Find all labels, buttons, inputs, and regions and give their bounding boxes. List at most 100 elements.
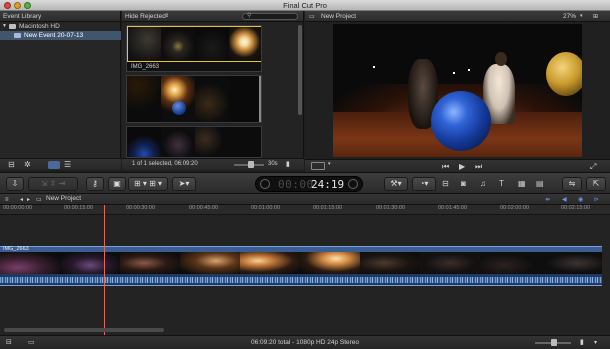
clip-duration-zoom: 30s bbox=[268, 161, 278, 167]
zoom-slider-thumb[interactable] bbox=[248, 161, 254, 168]
generators-icon[interactable]: ▦ bbox=[518, 180, 526, 188]
title-bar: Final Cut Pro bbox=[0, 0, 610, 11]
clip-filmstrip-3[interactable] bbox=[126, 126, 262, 158]
view-display-menu[interactable] bbox=[311, 162, 325, 170]
light-dot bbox=[453, 72, 455, 74]
video-frame[interactable] bbox=[333, 24, 582, 157]
chevron-updown-icon: ⇕ bbox=[165, 13, 170, 19]
magic-wand-icon: ⚒▾ bbox=[390, 179, 402, 188]
background-tasks-icon[interactable] bbox=[260, 179, 270, 189]
view-options-icon[interactable]: ⊞ bbox=[593, 13, 598, 21]
favorite-button[interactable]: ▣ bbox=[108, 177, 126, 191]
effects-browser-button[interactable]: ⇋ bbox=[562, 177, 582, 191]
light-dot bbox=[373, 66, 375, 68]
person-head-shape bbox=[495, 52, 507, 66]
clip-appearance-icon[interactable]: ▮ bbox=[286, 161, 290, 169]
timeline-project-title: New Project bbox=[46, 195, 82, 202]
share-icon: ⇱ bbox=[592, 179, 600, 188]
timeline-scrollbar[interactable] bbox=[4, 328, 164, 332]
light-dot bbox=[468, 69, 470, 71]
chevron-down-icon[interactable]: ▾ bbox=[580, 11, 583, 22]
timeline-status-bar: ⊟ ▭ 06:09:20 total - 1080p HD 24p Stereo… bbox=[0, 335, 610, 349]
clip-frame bbox=[480, 252, 540, 274]
clip-label-bar: IMG_2663 bbox=[127, 62, 261, 71]
snapping-icon[interactable]: ⊳ bbox=[594, 196, 599, 204]
timecode-placeholder: 00:00 bbox=[278, 178, 314, 191]
main-toolbar: ⇩ ⇲ ⇳ ⇥ ⚷ ▣ ⊞ ▾ ⊞ ▾ ➤▾ 00:00 24:19 ⚒▾ ◔▾… bbox=[0, 172, 610, 194]
dashboard[interactable]: 00:00 24:19 bbox=[255, 176, 363, 192]
back-arrow-icon[interactable]: ◂ bbox=[20, 196, 23, 204]
viewer-title: New Project bbox=[321, 13, 357, 20]
clip-frame bbox=[300, 252, 360, 274]
clip-frame bbox=[360, 252, 420, 274]
clip-frame bbox=[120, 252, 180, 274]
balloon-blue-shape bbox=[172, 101, 186, 115]
enhance-menu[interactable]: ⚒▾ bbox=[384, 177, 408, 191]
clip-filmstrip-1[interactable]: IMG_2663 bbox=[126, 25, 262, 72]
previous-frame-icon[interactable]: ⏮ bbox=[442, 163, 449, 171]
select-tool-menu[interactable]: ➤▾ bbox=[172, 177, 196, 191]
timeline-video-strip[interactable] bbox=[0, 252, 602, 274]
timeline-header: ≡ ◂ ▸ ▭ New Project ⇹ ◀ ◉ ⊳ bbox=[0, 194, 610, 205]
play-icon[interactable]: ▶ bbox=[459, 163, 465, 171]
retime-icon: ◔▾ bbox=[419, 179, 429, 188]
import-button[interactable]: ⇩ bbox=[6, 177, 24, 191]
disclosure-triangle-icon[interactable]: ▼ bbox=[2, 22, 7, 31]
viewer-bottom-bar: ▾ ⏮ ▶ ⏭ ⤢ bbox=[305, 159, 610, 172]
ruler-tick-label: 00:01:45:00 bbox=[438, 205, 468, 211]
library-item-new-event[interactable]: New Event 20-07-13 bbox=[0, 31, 121, 40]
playhead[interactable] bbox=[104, 205, 105, 335]
timeline-index-icon[interactable]: ≡ bbox=[5, 196, 9, 204]
share-button[interactable]: ⇱ bbox=[586, 177, 606, 191]
audio-skimming-icon[interactable]: ◀ bbox=[562, 196, 567, 204]
photos-icon[interactable]: ◙ bbox=[461, 180, 466, 188]
library-item-label: New Event 20-07-13 bbox=[24, 32, 84, 39]
themes-icon[interactable]: ▤ bbox=[536, 180, 544, 188]
clip-appearance-icon[interactable]: ▮ bbox=[580, 339, 584, 347]
zoom-slider-thumb[interactable] bbox=[551, 339, 557, 346]
timeline-audio-waveform[interactable] bbox=[0, 274, 602, 286]
window-title: Final Cut Pro bbox=[283, 1, 327, 10]
clip-frame bbox=[195, 127, 229, 157]
clip-frame bbox=[540, 252, 602, 274]
titles-icon[interactable]: T bbox=[499, 180, 504, 188]
library-item-macintosh-hd[interactable]: ▼ Macintosh HD bbox=[0, 22, 121, 31]
filter-menu[interactable]: Hide Rejected bbox=[125, 11, 166, 22]
forward-arrow-icon[interactable]: ▸ bbox=[27, 196, 30, 204]
skimming-icon[interactable]: ⇹ bbox=[545, 196, 550, 204]
chevron-down-icon[interactable]: ▾ bbox=[594, 339, 597, 347]
ruler-tick-label: 00:00:45:00 bbox=[189, 205, 219, 211]
clip-frame bbox=[127, 76, 161, 122]
list-view-icon[interactable]: ☰ bbox=[64, 161, 71, 169]
solo-icon[interactable]: ◉ bbox=[578, 196, 583, 204]
timeline-ruler[interactable]: 00:00:00:00 00:00:15:00 00:00:30:00 00:0… bbox=[0, 205, 610, 215]
arrow-tool-icon: ➤▾ bbox=[178, 179, 190, 188]
timecode-display: 24:19 bbox=[311, 178, 345, 191]
retime-menu[interactable]: ◔▾ bbox=[412, 177, 436, 191]
viewer-header: ▭ New Project 27% ▾ ⊞ bbox=[305, 11, 610, 22]
browser-scrollbar[interactable] bbox=[298, 25, 302, 115]
clip-frame bbox=[180, 252, 240, 274]
music-icon[interactable]: ♫ bbox=[480, 180, 486, 188]
edit-buttons-group[interactable]: ⇲ ⇳ ⇥ bbox=[28, 177, 78, 191]
fullscreen-icon[interactable]: ⤢ bbox=[590, 163, 596, 171]
hard-drive-icon bbox=[9, 24, 16, 29]
audio-meters-icon[interactable] bbox=[348, 179, 358, 189]
clip-filmstrip-2[interactable] bbox=[126, 75, 262, 123]
browser-bottom-bar: 1 of 1 selected, 06:09:20 30s ▮ bbox=[122, 158, 304, 170]
filmstrip-view-button[interactable] bbox=[48, 161, 60, 169]
clip-frame bbox=[195, 76, 229, 122]
inspector-icon[interactable]: ⊟ bbox=[442, 180, 449, 188]
show-hide-library-icon[interactable]: ⊟ bbox=[8, 161, 15, 169]
viewer-zoom[interactable]: 27% bbox=[563, 11, 576, 22]
event-library-header: Event Library bbox=[0, 11, 120, 22]
keyword-button[interactable]: ⚷ bbox=[86, 177, 104, 191]
clip-frame bbox=[229, 127, 261, 157]
edit-mode-group[interactable]: ⊞ ▾ ⊞ ▾ bbox=[128, 177, 168, 191]
chevron-down-icon[interactable]: ▾ bbox=[328, 161, 331, 167]
gear-icon[interactable]: ✲ bbox=[24, 161, 31, 169]
next-frame-icon[interactable]: ⏭ bbox=[475, 163, 482, 171]
browser-header: Hide Rejected ⇕ ⚲ bbox=[122, 11, 303, 22]
edit-mode-icon: ⊞ ▾ ⊞ ▾ bbox=[133, 179, 163, 188]
timeline-area[interactable]: IMG_2663 bbox=[0, 205, 610, 335]
